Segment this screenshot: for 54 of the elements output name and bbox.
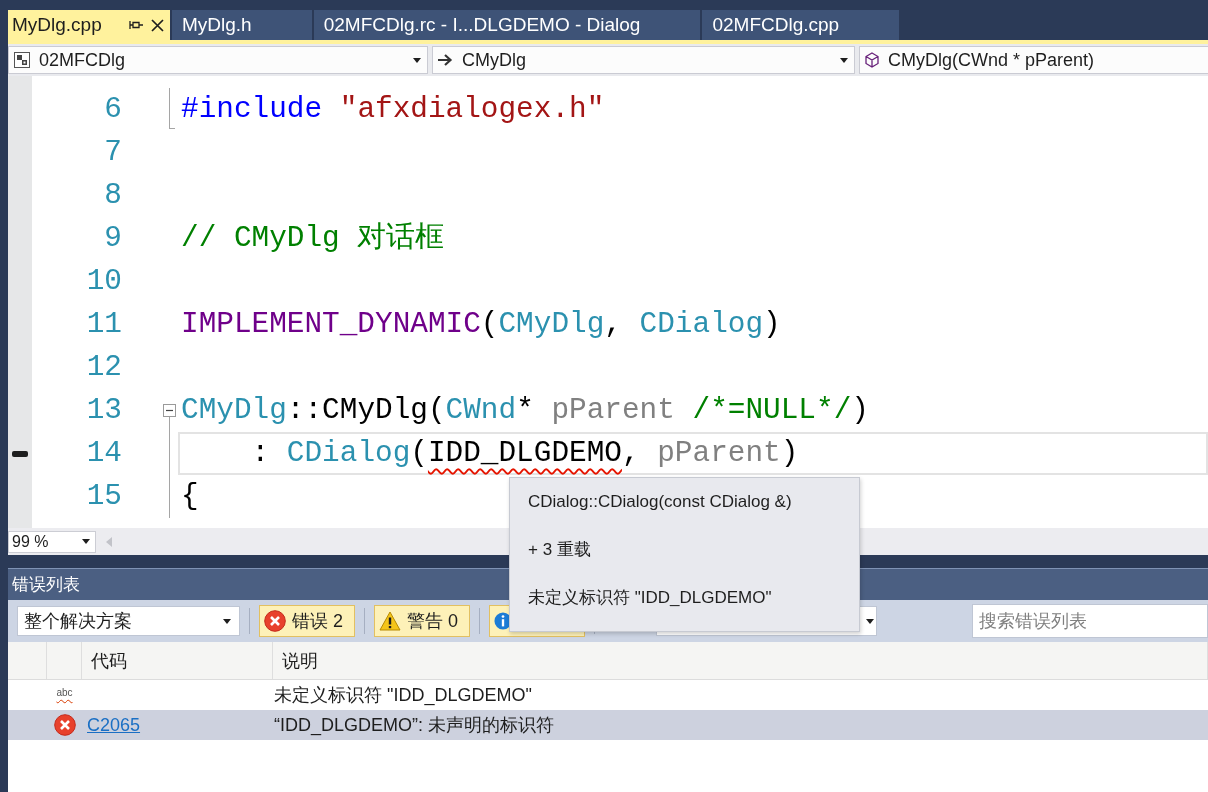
line-number: 14 <box>85 436 122 472</box>
dropdown[interactable]: CMyDlg <box>432 46 855 74</box>
close-icon[interactable] <box>151 18 164 32</box>
line-number: 13 <box>85 393 122 429</box>
pin-icon[interactable] <box>129 20 143 30</box>
line-number: 12 <box>85 350 122 386</box>
cube-icon <box>865 52 879 68</box>
abc-squiggle-icon: abc <box>56 687 73 703</box>
zoom-dropdown[interactable]: 99 % <box>8 530 96 553</box>
line-number: 15 <box>85 479 122 515</box>
line-number: 6 <box>103 92 122 128</box>
error-icon <box>264 610 286 632</box>
caret-icon <box>223 618 231 624</box>
tooltip-text: 未定义标识符 "IDD_DLGDEMO" <box>528 587 772 609</box>
tab[interactable]: MyDlg.h <box>172 10 312 40</box>
table-row[interactable]: C2065 “IDD_DLGDEMO”: 未声明的标识符 <box>8 710 1208 740</box>
collapse-icon[interactable] <box>163 404 176 417</box>
caret-icon <box>866 618 874 624</box>
tooltip-text: + 3 重载 <box>528 539 591 561</box>
code-line: : CDialog(IDD_DLGDEMO, pParent) <box>250 436 799 472</box>
error-description: “IDD_DLGDEMO”: 未声明的标识符 <box>274 714 554 737</box>
caret-icon <box>82 539 90 544</box>
right-arrow-icon <box>438 53 453 67</box>
caret-icon <box>840 57 848 63</box>
filter-button[interactable]: 错误 2 <box>259 605 355 637</box>
dropdown[interactable]: 02MFCDlg <box>8 46 428 74</box>
warning-icon <box>379 611 401 631</box>
filter-button[interactable]: 警告 0 <box>374 605 470 637</box>
code-line: IMPLEMENT_DYNAMIC(CMyDlg, CDialog) <box>181 307 781 343</box>
line-number: 8 <box>103 178 122 214</box>
search-field[interactable]: 搜索错误列表 <box>972 604 1208 638</box>
code-line: #include "afxdialogex.h" <box>181 92 605 128</box>
dropdown[interactable]: 整个解决方案 <box>17 606 240 636</box>
line-marker-icon <box>12 450 28 457</box>
error-description: 未定义标识符 "IDD_DLGDEMO" <box>274 684 532 707</box>
error-icon <box>53 714 76 736</box>
code-line: // CMyDlg 对话框 <box>181 221 445 257</box>
line-number: 11 <box>85 307 122 343</box>
line-number: 9 <box>103 221 122 257</box>
line-number: 7 <box>103 135 122 171</box>
panel-title: 错误列表 <box>12 574 80 596</box>
fold-end-bracket <box>169 88 175 129</box>
column-header[interactable]: 代码 <box>82 642 273 679</box>
line-number: 10 <box>85 264 122 300</box>
caret-icon <box>413 57 421 63</box>
code-line: { <box>181 479 199 515</box>
dropdown[interactable]: CMyDlg(CWnd * pParent) <box>859 46 1208 74</box>
tab[interactable]: 02MFCDlg.cpp <box>702 10 900 40</box>
tab[interactable]: 02MFCDlg.rc - I...DLGDEMO - Dialog <box>313 10 701 40</box>
column-header[interactable]: 说明 <box>273 642 1208 679</box>
tooltip-text: CDialog::CDialog(const CDialog &) <box>528 491 792 513</box>
class-box-icon <box>14 52 30 68</box>
code-line: CMyDlg::CMyDlg(CWnd* pParent /*=NULL*/) <box>181 393 869 429</box>
tab[interactable]: MyDlg.cpp <box>8 10 170 40</box>
